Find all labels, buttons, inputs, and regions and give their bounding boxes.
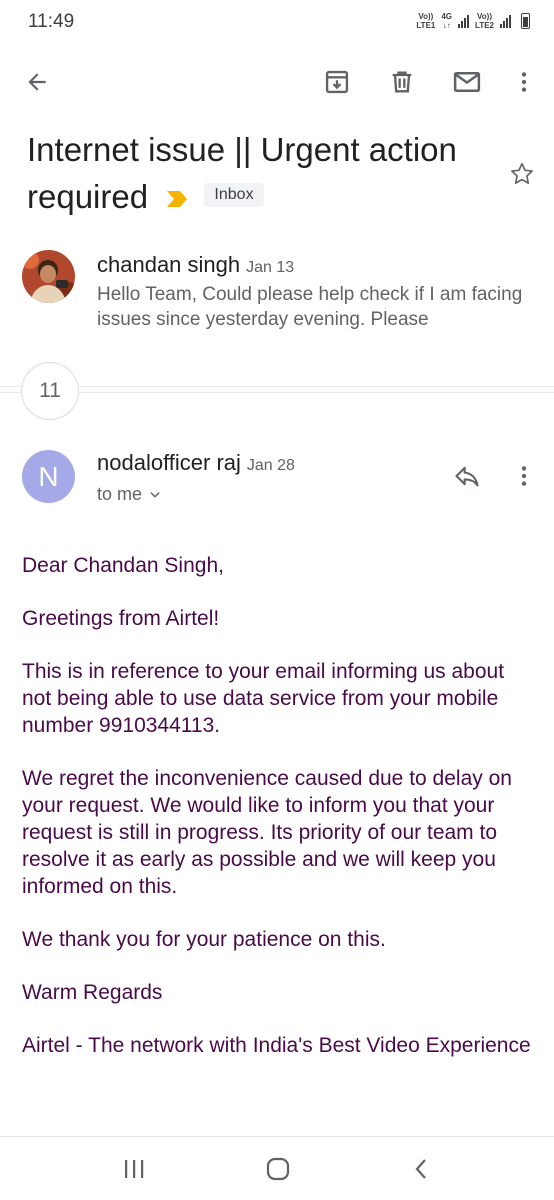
avatar bbox=[22, 250, 75, 303]
star-button[interactable] bbox=[504, 156, 540, 192]
status-bar: 11:49 Vo)) LTE1 4G ↓↑ Vo)) LTE2 bbox=[0, 0, 554, 44]
status-time: 11:49 bbox=[28, 11, 75, 32]
recent-apps-button[interactable] bbox=[114, 1151, 154, 1187]
sender-name: nodalofficer raj bbox=[97, 450, 241, 475]
message-date: Jan 13 bbox=[246, 259, 295, 276]
body-paragraph: Airtel - The network with India's Best V… bbox=[22, 1034, 531, 1057]
sender-name: chandan singh bbox=[97, 252, 241, 277]
body-paragraph: Greetings from Airtel! bbox=[22, 607, 220, 630]
recent-apps-icon bbox=[125, 1160, 144, 1178]
message-header: N nodalofficer raj Jan 28 to me bbox=[0, 440, 554, 530]
battery-icon bbox=[521, 13, 530, 29]
signal-strength-icon bbox=[500, 14, 511, 28]
body-paragraph: We regret the inconvenience caused due t… bbox=[22, 767, 512, 898]
body-paragraph: This is in reference to your email infor… bbox=[22, 660, 505, 737]
sender-name-row: chandan singh Jan 13 bbox=[97, 252, 294, 278]
email-subject: Internet issue || Urgent action required… bbox=[27, 126, 497, 223]
mark-unread-button[interactable] bbox=[447, 62, 487, 102]
network-type-label: 4G ↓↑ bbox=[441, 12, 453, 30]
reply-button[interactable] bbox=[447, 456, 487, 496]
inbox-label[interactable]: Inbox bbox=[204, 183, 264, 208]
star-outline-icon bbox=[511, 162, 533, 184]
message-more-options-button[interactable] bbox=[504, 456, 544, 496]
back-arrow-icon bbox=[28, 73, 46, 91]
avatar: N bbox=[22, 450, 75, 503]
back-button[interactable] bbox=[17, 62, 57, 102]
status-icons: Vo)) LTE1 4G ↓↑ Vo)) LTE2 bbox=[416, 12, 530, 30]
sender-name-row: nodalofficer raj Jan 28 bbox=[97, 450, 295, 476]
collapsed-divider bbox=[0, 392, 554, 393]
collapsed-message[interactable]: chandan singh Jan 13 Hello Team, Could pl… bbox=[0, 240, 554, 340]
recipient-text: to me bbox=[97, 484, 143, 504]
more-vert-icon bbox=[521, 72, 527, 92]
sim1-volte-label: Vo)) LTE1 bbox=[416, 12, 436, 30]
important-marker-icon[interactable] bbox=[165, 173, 189, 220]
sim2-volte-label: Vo)) LTE2 bbox=[475, 12, 494, 30]
back-icon bbox=[415, 1159, 426, 1179]
more-options-button[interactable] bbox=[504, 62, 544, 102]
reply-icon bbox=[455, 466, 479, 487]
back-nav-button[interactable] bbox=[402, 1151, 442, 1187]
collapsed-divider bbox=[0, 386, 554, 387]
system-navigation-bar bbox=[0, 1136, 554, 1200]
more-vert-icon bbox=[521, 466, 527, 486]
body-paragraph: Warm Regards bbox=[22, 981, 163, 1004]
signal-strength-icon bbox=[458, 14, 470, 28]
recipient-details-toggle[interactable]: to me bbox=[97, 484, 162, 505]
message-snippet: Hello Team, Could please help check if I… bbox=[97, 284, 523, 330]
delete-icon bbox=[392, 71, 412, 93]
chevron-down-icon bbox=[150, 491, 160, 498]
archive-button[interactable] bbox=[317, 62, 357, 102]
message-date: Jan 28 bbox=[246, 457, 295, 474]
message-body: Dear Chandan Singh, Greetings from Airte… bbox=[22, 552, 537, 1085]
delete-button[interactable] bbox=[382, 62, 422, 102]
archive-icon bbox=[325, 70, 349, 94]
body-paragraph: Dear Chandan Singh, bbox=[22, 554, 224, 577]
toolbar bbox=[0, 56, 554, 108]
collapsed-messages-count[interactable]: 11 bbox=[21, 362, 79, 420]
mail-icon bbox=[453, 72, 481, 92]
body-paragraph: We thank you for your patience on this. bbox=[22, 928, 386, 951]
home-button[interactable] bbox=[258, 1151, 298, 1187]
home-icon bbox=[266, 1157, 290, 1181]
